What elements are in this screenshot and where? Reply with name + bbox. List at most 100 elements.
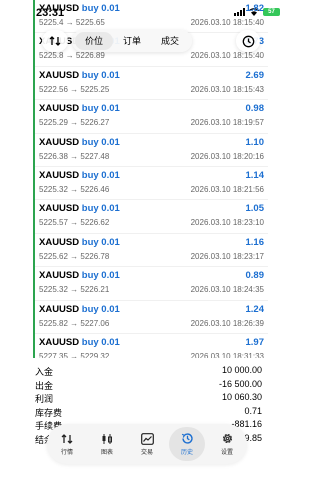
tab-positions[interactable]: 价位 xyxy=(75,32,114,50)
trade-datetime: 2026.03.10 18:20:16 xyxy=(190,151,264,161)
summary-row: 库存费 0.71 xyxy=(35,405,262,419)
symbol-text: XAUUSD xyxy=(39,203,80,215)
trade-symbol: XAUUSD buy 0.01 xyxy=(39,103,120,114)
nav-label-history: 历史 xyxy=(180,450,193,456)
trade-profit: 1.97 xyxy=(245,336,265,348)
candlestick-icon xyxy=(102,433,112,444)
trade-side: buy 0.01 xyxy=(81,303,120,315)
trade-symbol: XAUUSD buy 0.01 xyxy=(39,3,120,14)
nav-label-quotes: 行情 xyxy=(60,449,73,456)
history-tab-bar: 价位 订单 成交 xyxy=(42,30,260,52)
trade-row[interactable]: XAUUSD buy 0.01 1.14 5225.32 → 5226.46 2026… xyxy=(35,167,268,201)
trade-row[interactable]: XAUUSD buy 0.01 1.16 5225.62 → 5226.78 2026… xyxy=(35,234,268,268)
trade-row[interactable]: XAUUSD buy 0.01 1.97 5227.35 → 5229.32 2026… xyxy=(35,334,268,358)
trade-prices: 5225.4 → 5225.65 xyxy=(39,18,105,27)
nav-quotes[interactable]: 行情 xyxy=(49,427,85,461)
trade-row[interactable]: XAUUSD buy 0.01 1.24 5225.82 → 5227.06 2026… xyxy=(35,301,268,334)
trade-datetime: 2026.03.10 18:23:17 xyxy=(190,251,264,261)
quotes-icon xyxy=(61,433,73,444)
trade-datetime: 2026.03.10 18:26:39 xyxy=(190,318,264,328)
period-button[interactable] xyxy=(236,30,260,52)
nav-trade[interactable]: 交易 xyxy=(129,427,165,461)
sort-button[interactable] xyxy=(42,30,68,52)
history-icon xyxy=(181,433,193,444)
trade-symbol: XAUUSD buy 0.01 xyxy=(39,170,120,181)
trade-profit: 1.14 xyxy=(245,169,265,181)
summary-value: 10 000.00 xyxy=(221,365,262,375)
symbol-text: XAUUSD xyxy=(39,303,80,315)
trade-prices: 5225.32 → 5226.46 xyxy=(39,184,110,194)
clock-icon xyxy=(242,35,254,47)
nav-history[interactable]: 历史 xyxy=(169,427,205,461)
trade-datetime: 2026.03.10 18:23:10 xyxy=(190,218,264,228)
symbol-text: XAUUSD xyxy=(39,336,80,348)
trade-datetime: 2026.03.10 18:31:33 xyxy=(190,351,264,358)
summary-label: 入金 xyxy=(35,367,54,377)
trade-profit: 1.16 xyxy=(245,236,265,248)
trade-symbol: XAUUSD buy 0.01 xyxy=(39,270,120,281)
sort-icon xyxy=(49,36,61,46)
summary-label: 库存费 xyxy=(35,407,63,418)
trade-symbol: XAUUSD buy 0.01 xyxy=(39,203,120,214)
symbol-text: XAUUSD xyxy=(39,69,80,81)
nav-label-chart: 图表 xyxy=(100,449,113,456)
trade-symbol: XAUUSD buy 0.01 xyxy=(39,337,120,348)
trade-profit: 1.24 xyxy=(245,303,265,315)
nav-chart[interactable]: 图表 xyxy=(89,427,125,461)
trade-prices: 5227.35 → 5229.32 xyxy=(39,351,110,358)
trade-datetime: 2026.03.10 18:24:35 xyxy=(190,285,264,295)
summary-value: 10 060.30 xyxy=(221,392,262,403)
trade-symbol: XAUUSD buy 0.01 xyxy=(39,304,120,315)
segmented-control: 价位 订单 成交 xyxy=(72,30,193,52)
symbol-text: XAUUSD xyxy=(39,270,80,282)
trade-profit: 0.98 xyxy=(245,103,265,115)
nav-settings[interactable]: 设置 xyxy=(209,427,245,461)
trade-row[interactable]: XAUUSD buy 0.01 2.69 5222.56 → 5225.25 2026… xyxy=(35,67,268,101)
trade-prices: 5222.56 → 5225.25 xyxy=(39,84,110,94)
trade-prices: 5225.57 → 5226.62 xyxy=(39,218,110,228)
battery-level: 57 xyxy=(268,9,275,15)
trade-side: buy 0.01 xyxy=(81,270,120,282)
history-trade-list[interactable]: XAUUSD buy 0.01 1.82 5225.4 → 5225.65 2026.… xyxy=(33,0,268,358)
nav-label-trade: 交易 xyxy=(140,449,153,456)
symbol-text: XAUUSD xyxy=(39,169,80,181)
nav-label-settings: 设置 xyxy=(220,450,233,456)
trade-row[interactable]: XAUUSD buy 0.01 0.89 5225.32 → 5226.21 2026… xyxy=(35,267,268,301)
trade-datetime: 2026.03.10 18:15:43 xyxy=(190,84,264,94)
trade-row[interactable]: XAUUSD buy 0.01 1.05 5225.57 → 5226.62 2026… xyxy=(35,200,268,234)
trade-row[interactable]: XAUUSD buy 0.01 0.98 5225.29 → 5226.27 2026… xyxy=(35,100,268,134)
gear-icon xyxy=(222,433,232,444)
trade-datetime: 2026.03.10 18:15:40 xyxy=(190,51,264,61)
trade-side: buy 0.01 xyxy=(81,169,120,181)
trade-prices: 5225.82 → 5227.06 xyxy=(39,318,110,328)
summary-row: 入金 10 000.00 xyxy=(35,364,262,378)
trade-prices: 5225.8 → 5226.89 xyxy=(39,51,105,61)
symbol-text: XAUUSD xyxy=(39,103,80,115)
tab-deals[interactable]: 成交 xyxy=(151,32,189,50)
trade-side: buy 0.01 xyxy=(81,136,120,148)
trade-side: buy 0.01 xyxy=(81,336,120,348)
tab-orders[interactable]: 订单 xyxy=(113,32,151,50)
trade-prices: 5225.29 → 5226.27 xyxy=(39,118,110,128)
trade-profit: 0.89 xyxy=(245,270,265,282)
trade-row[interactable]: XAUUSD buy 0.01 1.82 5225.4 → 5225.65 2026.… xyxy=(35,0,268,34)
trade-side: buy 0.01 xyxy=(81,236,120,248)
summary-value: 0.71 xyxy=(244,405,262,416)
bottom-nav: 行情 图表 交易 历史 设置 xyxy=(47,424,247,464)
trade-chart-icon xyxy=(140,432,154,445)
summary-row: 利润 10 060.30 xyxy=(35,391,262,405)
trade-side: buy 0.01 xyxy=(81,69,120,81)
summary-row: 出金 -16 500.00 xyxy=(35,378,262,392)
trade-side: buy 0.01 xyxy=(81,103,120,115)
trade-profit: 1.05 xyxy=(245,203,265,215)
trade-prices: 5226.38 → 5227.48 xyxy=(39,151,110,161)
trade-row[interactable]: XAUUSD buy 0.01 1.10 5226.38 → 5227.48 2026… xyxy=(35,134,268,167)
summary-label: 利润 xyxy=(35,394,54,405)
trade-datetime: 2026.03.10 18:15:40 xyxy=(190,18,264,27)
trade-side: buy 0.01 xyxy=(81,203,120,215)
symbol-text: XAUUSD xyxy=(39,136,80,148)
trade-side: buy 0.01 xyxy=(81,3,120,14)
trade-datetime: 2026.03.10 18:21:56 xyxy=(190,184,264,194)
symbol-text: XAUUSD xyxy=(39,3,80,14)
trade-symbol: XAUUSD buy 0.01 xyxy=(39,237,120,248)
